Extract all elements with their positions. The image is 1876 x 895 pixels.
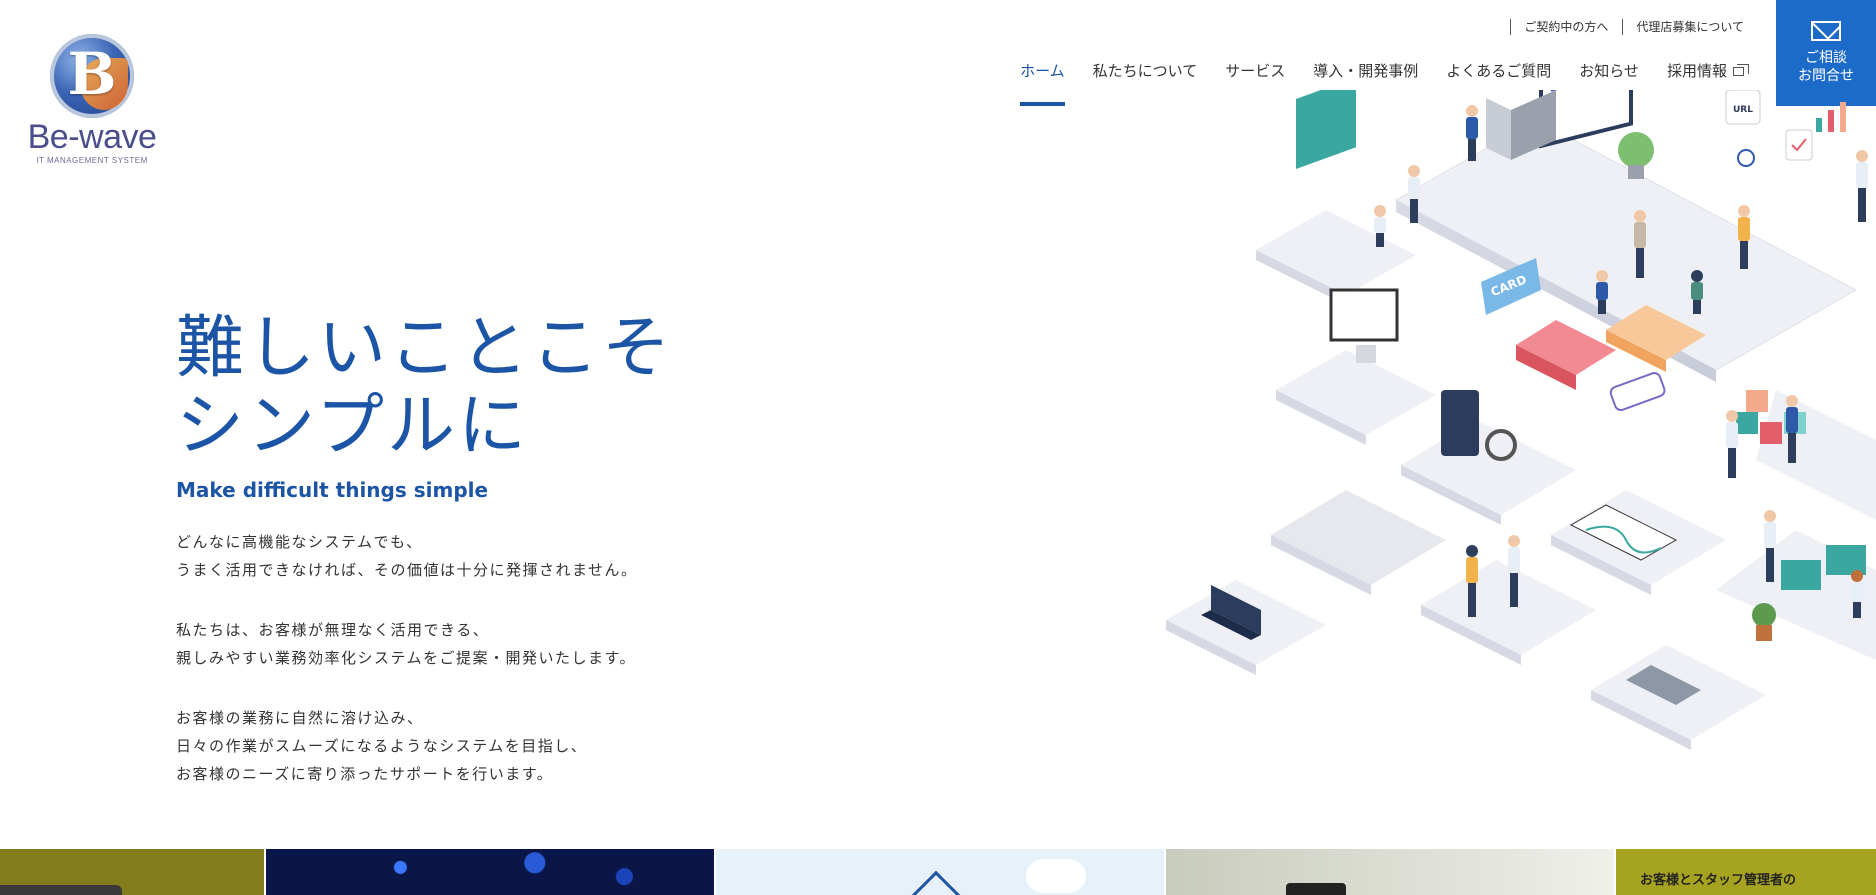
hero-paragraph-2: 私たちは、お客様が無理なく活用できる、 親しみやすい業務効率化システムをご提案・… xyxy=(176,616,638,672)
logo-name: Be-wave xyxy=(27,118,157,156)
search-bubble-icon xyxy=(1737,149,1755,167)
hero-p3-line-3: お客様のニーズに寄り添ったサポートを行います。 xyxy=(176,765,554,783)
bottom-card-strip: お客様とスタッフ管理者の xyxy=(0,849,1876,895)
bottom-card-3[interactable] xyxy=(716,849,1164,895)
card-1-badge xyxy=(0,885,122,895)
hero-body: どんなに高機能なシステムでも、 うまく活用できなければ、その価値は十分に発揮され… xyxy=(176,528,638,820)
subnav-contract-link[interactable]: ご契約中の方へ xyxy=(1510,18,1608,35)
hero-p1-line-1: どんなに高機能なシステムでも、 xyxy=(176,533,423,551)
person-running xyxy=(1466,105,1478,161)
hero-paragraph-3: お客様の業務に自然に溶け込み、 日々の作業がスムーズになるようなシステムを目指し… xyxy=(176,704,638,788)
bar-2 xyxy=(1840,102,1846,132)
device-image xyxy=(1286,883,1346,895)
isometric-illustration: CARD URL xyxy=(1166,29,1876,750)
hero-p1-line-2: うまく活用できなければ、その価値は十分に発揮されません。 xyxy=(176,561,638,579)
bottom-card-5-text: お客様とスタッフ管理者の xyxy=(1640,873,1797,888)
hero-p2-line-1: 私たちは、お客様が無理なく活用できる、 xyxy=(176,621,490,639)
tile-monitor xyxy=(1276,288,1436,445)
url-bubble: URL xyxy=(1725,89,1761,125)
tile-blocks xyxy=(1736,390,1876,520)
hero-p3-line-2: 日々の作業がスムーズになるようなシステムを目指し、 xyxy=(176,737,588,755)
hero-title-line-1: 難しいことこそ xyxy=(176,309,674,388)
subnav-agency-link[interactable]: 代理店募集について xyxy=(1622,18,1744,35)
contact-label-2: お問合せ xyxy=(1798,68,1854,84)
tile-phone xyxy=(1401,390,1576,525)
logo-letter: B xyxy=(67,40,117,108)
logo-tagline: IT MANAGEMENT SYSTEM xyxy=(36,156,148,165)
house-icon xyxy=(907,870,965,895)
tile-people xyxy=(1421,560,1596,665)
person-blocks-1 xyxy=(1726,410,1738,478)
bar-1 xyxy=(1828,110,1834,132)
bar-3 xyxy=(1816,118,1822,132)
smartwatch xyxy=(1609,372,1666,412)
plant-pot-top xyxy=(1628,165,1644,179)
plant-pot-bottom xyxy=(1756,625,1772,641)
nav-recruit-label: 採用情報 xyxy=(1666,62,1727,80)
hero-title: 難しいことこそ シンプルに xyxy=(176,310,673,466)
tile-empty xyxy=(1271,490,1446,595)
bottom-card-4[interactable] xyxy=(1166,849,1614,895)
contact-label-1: ご相談 xyxy=(1805,50,1847,66)
bottom-card-2[interactable] xyxy=(266,849,714,895)
hero-title-line-2: シンプルに xyxy=(176,387,529,466)
person-edge xyxy=(1856,150,1868,222)
hero-p3-line-1: お客様の業務に自然に溶け込み、 xyxy=(176,709,424,727)
logo-mark: B xyxy=(50,34,134,118)
plant-top xyxy=(1618,132,1654,168)
sub-navigation: ご契約中の方へ 代理店募集について xyxy=(1496,18,1744,35)
logo[interactable]: B Be-wave IT MANAGEMENT SYSTEM xyxy=(22,34,162,165)
tile-topleft xyxy=(1256,77,1416,305)
bottom-card-5[interactable]: お客様とスタッフ管理者の xyxy=(1616,849,1876,895)
plant-bottom xyxy=(1752,603,1776,627)
cloud-icon xyxy=(1026,859,1086,893)
tile-chart xyxy=(1551,490,1726,595)
hero-paragraph-1: どんなに高機能なシステムでも、 うまく活用できなければ、その価値は十分に発揮され… xyxy=(176,528,638,584)
bottom-card-1[interactable] xyxy=(0,849,264,895)
external-link-icon xyxy=(1733,64,1749,76)
url-label: URL xyxy=(1733,105,1753,115)
hero-p2-line-2: 親しみやすい業務効率化システムをご提案・開発いたします。 xyxy=(176,649,637,667)
hero-subtitle: Make difficult things simple xyxy=(176,478,489,502)
hero-illustration: CARD URL xyxy=(1156,29,1876,760)
mail-icon xyxy=(1811,21,1841,41)
tile-books xyxy=(1166,580,1326,675)
nav-home[interactable]: ホーム xyxy=(1020,60,1065,106)
tile-calculator xyxy=(1591,645,1766,750)
check-bubble xyxy=(1785,129,1813,161)
